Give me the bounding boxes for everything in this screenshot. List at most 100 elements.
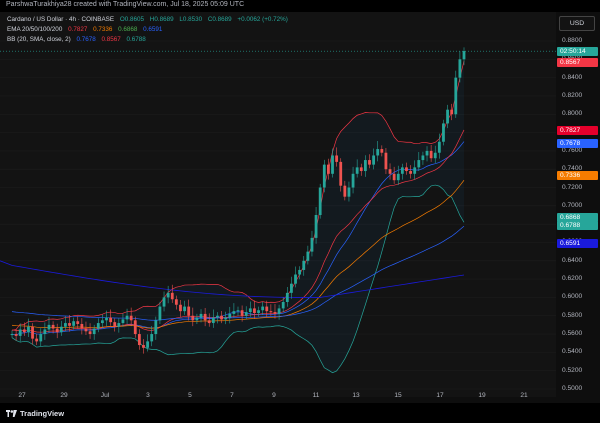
price-tick-label: 0.6200 [562, 275, 583, 283]
candle-body [31, 326, 34, 339]
candle-body [437, 141, 441, 153]
symbol-name: Cardano / US Dollar · 4h · COINBASE [7, 16, 115, 23]
price-tag: 0.6591 [557, 238, 598, 248]
candle-body [39, 334, 43, 342]
candle-body [298, 269, 302, 275]
candle-body [253, 308, 256, 313]
footer [0, 403, 600, 423]
time-tick-label: 19 [478, 392, 486, 399]
candle-body [101, 320, 104, 324]
price-tick-label: 0.5600 [562, 330, 583, 338]
candle-body [359, 167, 363, 172]
candle-body [244, 312, 248, 316]
time-tick-label: 5 [188, 392, 192, 399]
legend-symbol[interactable]: Cardano / US Dollar · 4h · COINBASE O0.8… [7, 16, 292, 23]
candle-body [384, 152, 388, 170]
candle-body [405, 167, 408, 172]
candle-body [72, 321, 76, 326]
candle-body [55, 328, 59, 333]
candle-body [339, 161, 343, 186]
candle-body [166, 292, 170, 298]
candle-body [265, 306, 269, 312]
high-value: H0.8689 [149, 16, 174, 23]
candle-body [318, 187, 322, 215]
price-tick-label: 0.8400 [562, 73, 583, 81]
candle-body [117, 323, 121, 327]
candle-body [306, 251, 310, 261]
price-tick-label: 0.8200 [562, 91, 583, 99]
candle-body [18, 329, 22, 336]
currency-button[interactable]: USD [559, 16, 595, 31]
candlestick-chart[interactable] [0, 0, 600, 423]
legend-bb[interactable]: BB (20, SMA, close, 2) 0.7678 0.8567 0.6… [7, 36, 150, 43]
candle-body [396, 173, 400, 181]
candle-body [92, 328, 96, 335]
candle-body [433, 152, 437, 159]
candle-body [269, 311, 273, 313]
candle-body [10, 334, 14, 336]
ema-name: EMA 20/50/100/200 [7, 26, 63, 33]
candle-body [68, 323, 71, 326]
candle-body [121, 319, 125, 324]
candle-body [417, 160, 421, 168]
price-tag: 0.7827 [557, 125, 598, 135]
candle-body [257, 310, 260, 313]
candle-body [64, 323, 67, 327]
price-tag: 0.7678 [557, 139, 598, 149]
candle-body [113, 322, 117, 327]
candle-body [442, 123, 445, 142]
candle-body [458, 59, 462, 78]
candle-body [285, 292, 289, 302]
candle-body [335, 155, 339, 162]
price-tick-label: 0.8000 [562, 110, 583, 118]
candle-body [191, 315, 195, 321]
time-tick-label: 13 [352, 392, 360, 399]
candle-body [47, 324, 51, 330]
price-tick-label: 0.5000 [562, 385, 583, 392]
candle-body [277, 308, 281, 314]
time-tick-label: 11 [312, 392, 320, 399]
candle-body [183, 306, 186, 312]
price-tag: 0.8567 [557, 57, 598, 67]
candle-body [236, 310, 240, 312]
candle-body [363, 160, 367, 172]
candle-body [380, 149, 384, 153]
low-value: L0.8530 [179, 16, 203, 23]
legend-ema[interactable]: EMA 20/50/100/200 0.7827 0.7336 0.6868 0… [7, 26, 166, 33]
candle-body [450, 109, 454, 115]
tradingview-logo[interactable]: TradingView [6, 409, 64, 418]
candle-body [203, 313, 207, 321]
open-value: O0.8605 [119, 16, 145, 23]
candle-body [376, 149, 380, 156]
close-value: C0.8689 [207, 16, 232, 23]
candle-body [109, 317, 113, 323]
time-tick-label: 27 [18, 392, 26, 399]
bb-lower-value: 0.6788 [126, 36, 146, 43]
candle-body [80, 323, 84, 329]
time-tick-label: 9 [272, 392, 276, 399]
candle-body [310, 237, 314, 252]
candle-body [351, 173, 355, 188]
candle-body [273, 312, 277, 314]
time-tick-label: 21 [520, 392, 528, 399]
price-tick-label: 0.5400 [562, 348, 583, 356]
candle-body [154, 320, 158, 335]
candle-body [261, 306, 265, 311]
candle-body [331, 155, 334, 174]
time-tick-label: 17 [436, 392, 444, 399]
price-tick-label: 0.7200 [562, 183, 583, 191]
candle-body [142, 345, 145, 348]
bb-name: BB (20, SMA, close, 2) [7, 36, 71, 43]
candle-body [76, 321, 80, 324]
candle-body [392, 173, 396, 181]
candle-body [133, 320, 137, 335]
candle-body [96, 323, 100, 329]
candle-body [240, 310, 244, 316]
bb-basis-value: 0.7678 [76, 36, 96, 43]
candle-body [150, 334, 154, 342]
ema20-value: 0.7827 [68, 26, 88, 33]
candle-body [105, 317, 108, 321]
candle-body [146, 341, 149, 348]
candle-body [388, 169, 392, 174]
candle-body [355, 167, 359, 174]
